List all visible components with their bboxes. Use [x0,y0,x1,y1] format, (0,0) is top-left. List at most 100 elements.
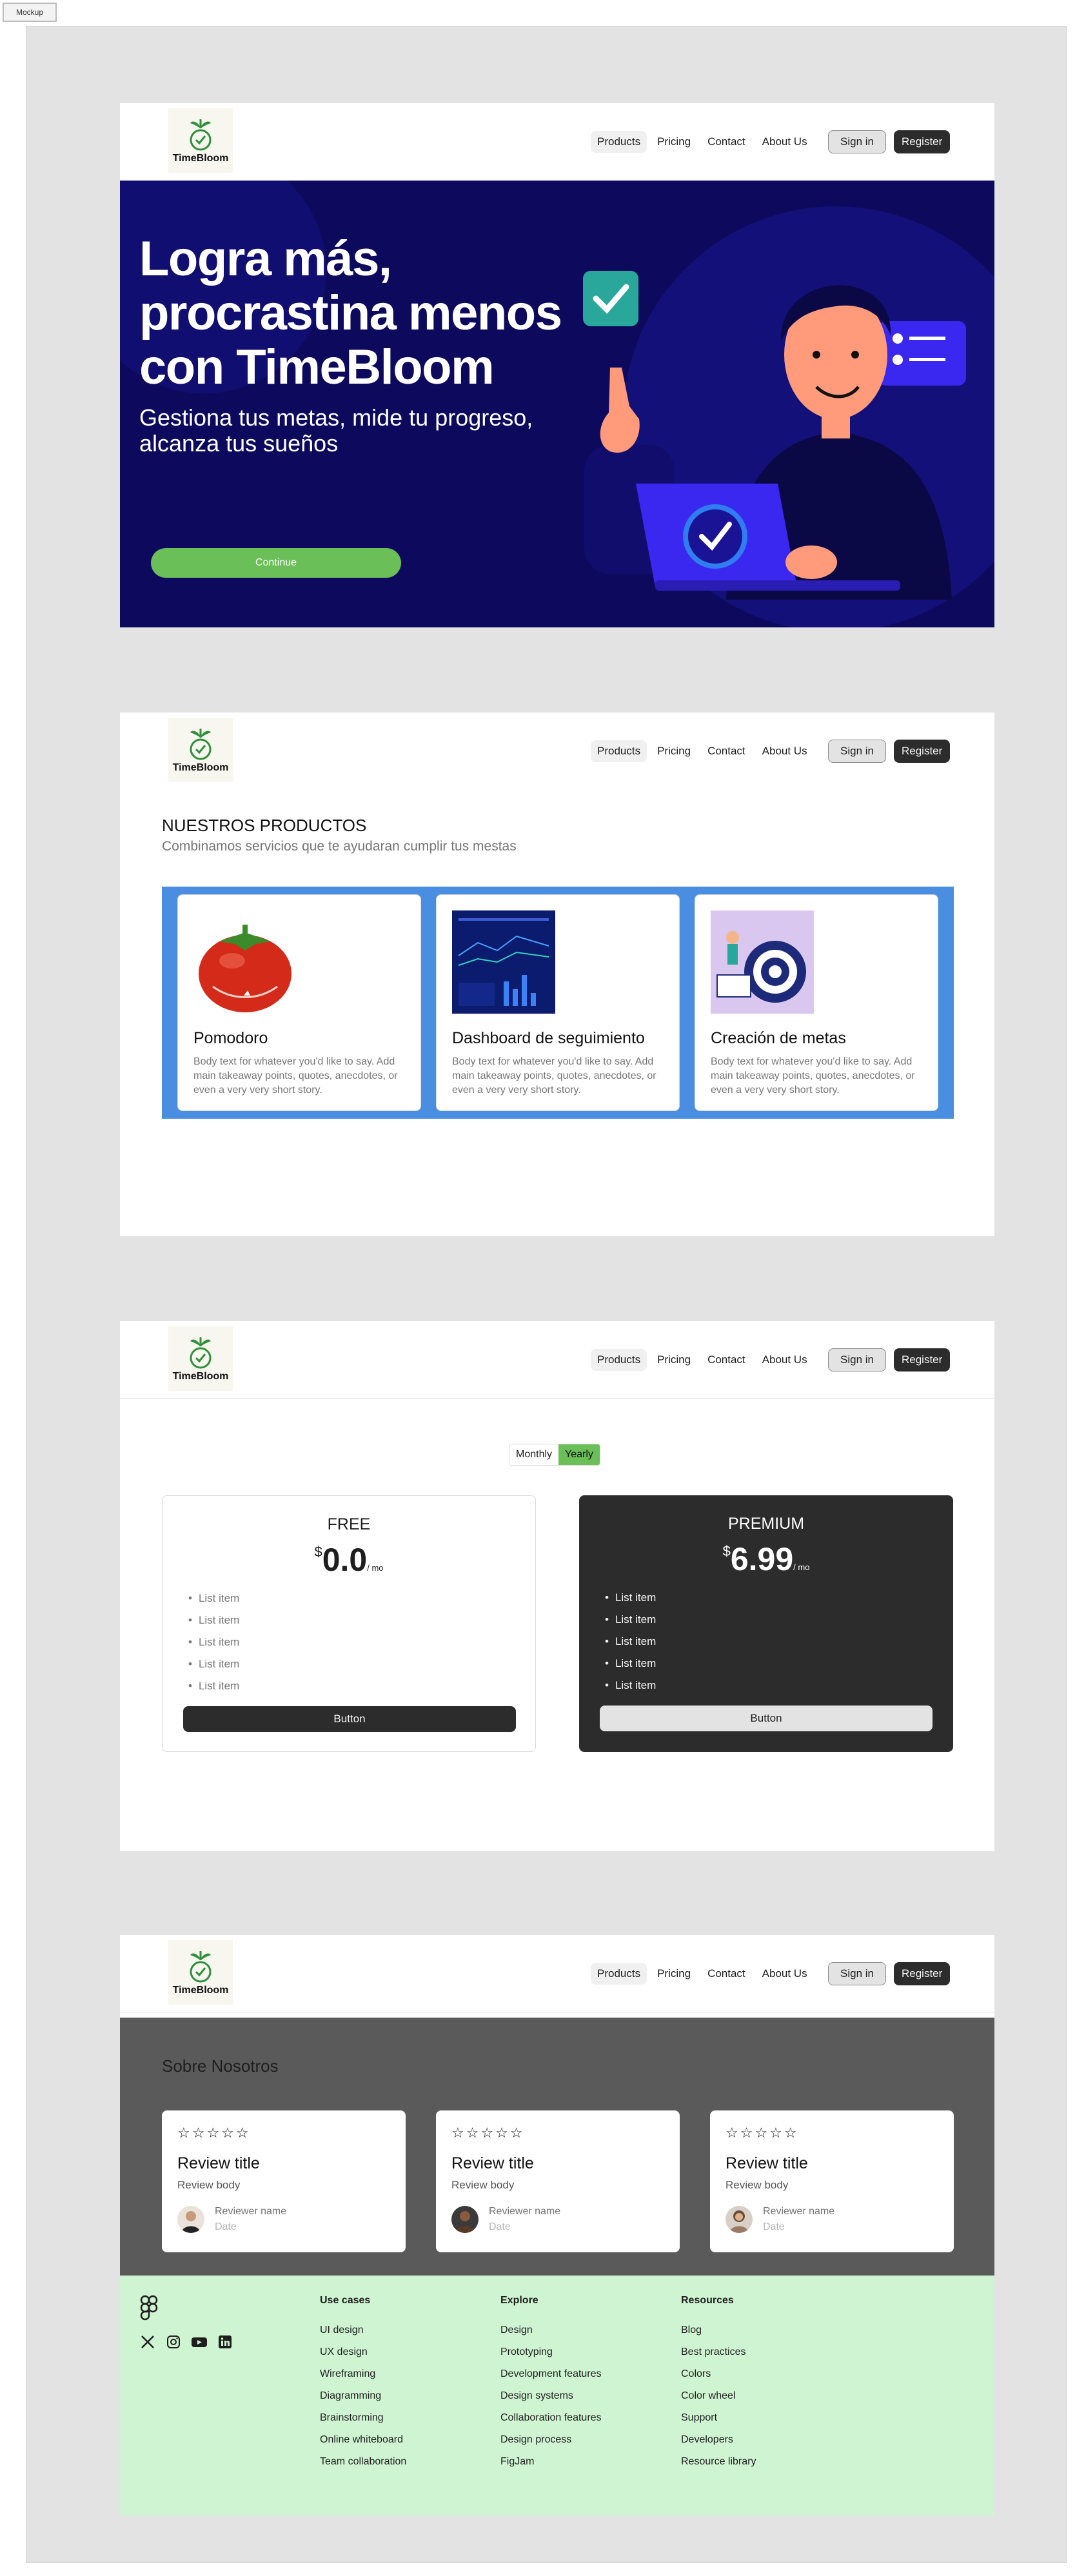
product-body: Body text for whatever you'd like to say… [193,1056,398,1096]
footer-link[interactable]: Resource library [681,2456,756,2478]
footer-link[interactable]: Best practices [681,2346,756,2368]
nav-pricing[interactable]: Pricing [651,1349,697,1371]
price-period: / mo [367,1563,384,1573]
logo[interactable]: TimeBloom [168,1940,233,2005]
footer-link[interactable]: Development features [500,2368,602,2390]
nav-products[interactable]: Products [591,1962,647,1985]
register-button[interactable]: Register [893,1348,951,1372]
toggle-yearly[interactable]: Yearly [558,1444,600,1465]
footer-link[interactable]: FigJam [500,2456,602,2478]
reviewer-name: Reviewer name [215,2206,287,2217]
toggle-monthly[interactable]: Monthly [509,1444,558,1465]
nav-links: Products Pricing Contact About Us [591,1935,814,2012]
footer-link[interactable]: UX design [320,2346,406,2368]
footer-link[interactable]: Support [681,2412,756,2434]
youtube-icon[interactable] [191,2334,208,2350]
footer-link[interactable]: Blog [681,2325,756,2346]
logo[interactable]: TimeBloom [168,108,233,173]
hero-title: Logra más, procrastina menos con TimeBlo… [139,231,562,395]
price-currency: $ [314,1544,322,1560]
footer-link[interactable]: Collaboration features [500,2412,602,2434]
register-button[interactable]: Register [893,1961,951,1985]
nav-about[interactable]: About Us [756,740,814,762]
nav-contact[interactable]: Contact [701,131,752,153]
nav-about[interactable]: About Us [756,1349,814,1371]
footer-link[interactable]: UI design [320,2325,406,2346]
review-card: ☆☆☆☆☆ Review title Review body Reviewer … [710,2110,954,2252]
footer-link[interactable]: Design systems [500,2390,602,2412]
frame-pricing: TimeBloom Products Pricing Contact About… [120,1321,994,1851]
footer-link[interactable]: Color wheel [681,2390,756,2412]
frame-products: TimeBloom Products Pricing Contact About… [120,713,994,1236]
review-card: ☆☆☆☆☆ Review title Review body Reviewer … [162,2110,406,2252]
hero: Logra más, procrastina menos con TimeBlo… [120,181,994,627]
footer-link[interactable]: Prototyping [500,2346,602,2368]
dashboard-image [452,910,555,1014]
list-item: List item [605,1587,656,1609]
review-title: Review title [726,2154,808,2172]
sign-in-button[interactable]: Sign in [828,1348,886,1372]
nav-about[interactable]: About Us [756,1963,814,1985]
product-title: Pomodoro [193,1029,268,1047]
sign-in-button[interactable]: Sign in [828,740,886,763]
free-plan-button[interactable]: Button [183,1706,516,1732]
list-item: List item [188,1675,239,1697]
logo-icon [190,119,212,151]
plan-features: List item List item List item List item … [188,1588,239,1697]
figma-icon[interactable] [139,2295,159,2321]
nav-pricing[interactable]: Pricing [651,131,697,153]
nav-contact[interactable]: Contact [701,1963,752,1985]
footer-link[interactable]: Diagramming [320,2390,406,2412]
logo-text: TimeBloom [172,1985,229,1996]
nav-pricing[interactable]: Pricing [651,740,697,762]
continue-button[interactable]: Continue [151,548,401,578]
product-card-pomodoro[interactable]: Pomodoro Body text for whatever you'd li… [177,894,421,1111]
nav-buttons: Sign in Register [828,103,951,181]
logo-text: TimeBloom [172,1371,229,1382]
logo-icon [190,1951,212,1983]
instagram-icon[interactable] [165,2334,182,2350]
mockup-tag: Mockup [3,3,57,22]
nav-links: Products Pricing Contact About Us [591,713,814,790]
nav-about[interactable]: About Us [756,131,814,153]
avatar [177,2206,204,2233]
product-card-dashboard[interactable]: Dashboard de seguimiento Body text for w… [436,894,680,1111]
sign-in-button[interactable]: Sign in [828,1961,886,1985]
footer-link[interactable]: Developers [681,2434,756,2456]
list-item: List item [188,1588,239,1609]
footer-link[interactable]: Brainstorming [320,2412,406,2434]
footer-link[interactable]: Online whiteboard [320,2434,406,2456]
hero-illustration [583,206,994,627]
nav-products[interactable]: Products [591,1348,647,1371]
register-button[interactable]: Register [893,130,951,153]
navbar: TimeBloom Products Pricing Contact About… [120,103,994,181]
logo[interactable]: TimeBloom [168,1326,233,1391]
tomato-timer-image [199,925,291,1012]
logo[interactable]: TimeBloom [168,718,233,782]
list-item: List item [188,1609,239,1631]
nav-buttons: Sign in Register [828,1321,951,1398]
sign-in-button[interactable]: Sign in [828,130,886,153]
footer-column-use-cases: Use cases UI design UX design Wireframin… [320,2295,406,2478]
nav-products[interactable]: Products [591,740,647,762]
nav-products[interactable]: Products [591,131,647,153]
footer-link[interactable]: Design [500,2325,602,2346]
register-button[interactable]: Register [893,740,951,763]
about-title: Sobre Nosotros [162,2056,279,2076]
nav-contact[interactable]: Contact [701,1349,752,1371]
premium-plan-button[interactable]: Button [600,1706,933,1731]
nav-contact[interactable]: Contact [701,740,752,762]
footer-column-resources: Resources Blog Best practices Colors Col… [681,2295,756,2478]
nav-buttons: Sign in Register [828,1935,951,2012]
product-card-goals[interactable]: Creación de metas Body text for whatever… [695,894,938,1111]
footer-link[interactable]: Design process [500,2434,602,2456]
avatar [726,2206,753,2233]
x-icon[interactable] [139,2334,156,2350]
plan-price: $6.99/ mo [579,1540,953,1578]
nav-pricing[interactable]: Pricing [651,1963,697,1985]
linkedin-icon[interactable] [217,2334,233,2350]
footer-link[interactable]: Colors [681,2368,756,2390]
list-item: List item [605,1675,656,1696]
footer-link[interactable]: Team collaboration [320,2456,406,2478]
footer-link[interactable]: Wireframing [320,2368,406,2390]
